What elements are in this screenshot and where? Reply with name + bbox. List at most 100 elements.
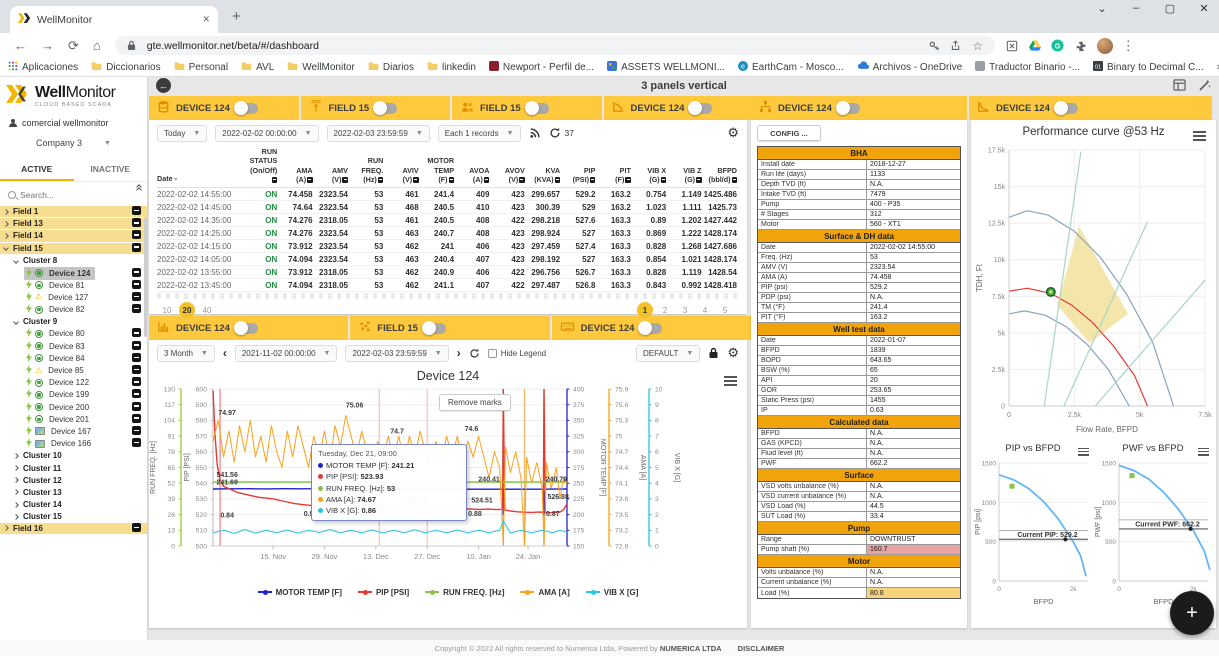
hide-legend-checkbox[interactable] xyxy=(488,349,497,358)
sidebar-item-cluster-11[interactable]: Cluster 11 xyxy=(0,462,147,474)
column-header-run-freq-hz[interactable]: RUNFREQ.(Hz) xyxy=(350,146,385,188)
column-chart-icon[interactable] xyxy=(342,177,348,183)
sidebar-item-device-199[interactable]: Device 199 xyxy=(0,389,147,401)
device-menu-box-icon[interactable] xyxy=(132,268,141,279)
column-header-pip-psi[interactable]: PIP(PSI) xyxy=(562,146,597,188)
table-row[interactable]: 2022-02-02 14:15:00ON73.9122323.54534622… xyxy=(157,240,739,253)
sidebar-item-device-124[interactable]: Device 124 xyxy=(0,267,147,279)
chart-end-select[interactable]: 2022-02-03 23:59:59▼ xyxy=(345,345,448,362)
page-1[interactable]: 1 xyxy=(637,302,653,318)
chart-start-select[interactable]: 2021-11-02 00:00:00▼ xyxy=(235,345,338,362)
page-size-20[interactable]: 20 xyxy=(179,302,195,318)
device-menu-box-icon[interactable] xyxy=(132,353,141,364)
legend-item-vib-x-g[interactable]: VIB X [G] xyxy=(586,588,639,597)
sidebar-item-device-80[interactable]: Device 80 xyxy=(0,328,147,340)
table-row[interactable]: 2022-02-02 14:35:00ON74.2762318.05534612… xyxy=(157,214,739,227)
column-header-amv-v[interactable]: AMV(V) xyxy=(315,146,350,188)
chevron-right-icon[interactable] xyxy=(13,490,19,496)
sidebar-item-device-84[interactable]: Device 84 xyxy=(0,352,147,364)
new-tab-button[interactable]: + xyxy=(232,8,241,25)
chevron-right-icon[interactable] xyxy=(3,209,9,215)
chart-settings-gear-icon[interactable]: ⚙ xyxy=(727,345,739,361)
column-header-avov-v[interactable]: AVOV(V) xyxy=(491,146,526,188)
table-row[interactable]: 2022-02-02 14:45:00ON74.642323.545346824… xyxy=(157,201,739,214)
chevron-right-icon[interactable] xyxy=(13,502,19,508)
window-minimize-icon[interactable]: – xyxy=(1129,2,1143,15)
field-menu-box-icon[interactable] xyxy=(132,206,141,217)
table-row[interactable]: 2022-02-02 14:55:00ON74.4582323.54534612… xyxy=(157,188,739,201)
window-close-icon[interactable]: ✕ xyxy=(1197,2,1211,15)
sidebar-item-field-14[interactable]: Field 14 xyxy=(0,230,147,242)
sidebar-item-cluster-8[interactable]: Cluster 8 xyxy=(0,255,147,267)
pwf-vs-bfpd-chart[interactable]: 05001000150002kCurrent PWF: 662.2BFPDPWF… xyxy=(1093,457,1213,612)
chevron-down-icon[interactable] xyxy=(3,245,9,251)
pwf-menu-icon[interactable] xyxy=(1198,446,1209,457)
column-chart-icon[interactable] xyxy=(413,177,419,183)
device-menu-box-icon[interactable] xyxy=(132,304,141,315)
browser-tab[interactable]: WellMonitor ✕ xyxy=(10,6,218,33)
panel-toggle[interactable] xyxy=(375,103,397,114)
next-range-icon[interactable]: › xyxy=(457,346,461,360)
bookmark-diarios[interactable]: Diarios xyxy=(368,61,414,73)
company-select[interactable]: Company 3 ▼ xyxy=(0,132,147,154)
column-chart-icon[interactable] xyxy=(590,177,596,183)
device-menu-box-icon[interactable] xyxy=(132,414,141,425)
sidebar-item-device-85[interactable]: ⚠Device 85 xyxy=(0,364,147,376)
column-chart-icon[interactable] xyxy=(484,177,490,183)
window-chevron-icon[interactable]: ⌄ xyxy=(1095,2,1109,15)
sidebar-item-field-1[interactable]: Field 1 xyxy=(0,206,147,218)
column-chart-icon[interactable] xyxy=(732,177,738,183)
refresh-icon[interactable] xyxy=(549,127,561,139)
bookmark-assets-wellmoni[interactable]: ASSETS WELLMONI... xyxy=(607,61,725,74)
column-header-vib-x-g[interactable]: VIB X(G) xyxy=(633,146,668,188)
column-header-run-status-on-off[interactable]: RUNSTATUS(On/Off) xyxy=(244,146,279,188)
column-header-aviv-v[interactable]: AVIV(V) xyxy=(385,146,420,188)
column-header-vib-z-g[interactable]: VIB Z(G) xyxy=(668,146,703,188)
device-menu-box-icon[interactable] xyxy=(132,341,141,352)
panel-toggle[interactable] xyxy=(527,103,549,114)
column-chart-icon[interactable] xyxy=(272,177,278,183)
search-input[interactable] xyxy=(20,190,120,200)
sidebar-item-device-83[interactable]: Device 83 xyxy=(0,340,147,352)
column-chart-icon[interactable] xyxy=(307,177,313,183)
column-chart-icon[interactable] xyxy=(449,177,455,183)
range-select[interactable]: Today▼ xyxy=(157,125,207,142)
column-header-bfpd-bbl-d[interactable]: BFPD(bbl/d) xyxy=(704,146,739,188)
device-menu-box-icon[interactable] xyxy=(132,292,141,303)
sidebar-item-cluster-12[interactable]: Cluster 12 xyxy=(0,474,147,486)
layout-grid-icon[interactable] xyxy=(1173,79,1186,94)
bookmark-personal[interactable]: Personal xyxy=(174,61,228,73)
chart-menu-icon[interactable] xyxy=(724,374,737,388)
panel-toggle[interactable] xyxy=(236,323,258,334)
page-size-10[interactable]: 10 xyxy=(159,302,175,318)
lock-layout-icon[interactable] xyxy=(708,347,719,359)
bookmark-wellmonitor[interactable]: WellMonitor xyxy=(287,61,355,73)
site-settings-icon[interactable] xyxy=(1005,39,1019,53)
sidebar-item-field-15[interactable]: Field 15 xyxy=(0,243,147,255)
chevron-right-icon[interactable] xyxy=(13,453,19,459)
field-menu-box-icon[interactable] xyxy=(132,523,141,534)
prev-range-icon[interactable]: ‹ xyxy=(223,346,227,360)
add-panel-fab[interactable]: + xyxy=(1170,591,1214,635)
sidebar-item-cluster-13[interactable]: Cluster 13 xyxy=(0,486,147,498)
table-row[interactable]: 2022-02-02 13:45:00ON74.0942318.05534622… xyxy=(157,279,739,292)
column-header-ama-a[interactable]: AMA(A) xyxy=(279,146,314,188)
chart-refresh-icon[interactable] xyxy=(469,348,480,359)
column-header-pit-f[interactable]: PIT(F) xyxy=(597,146,632,188)
sidebar-item-device-201[interactable]: Device 201 xyxy=(0,413,147,425)
panel-toggle[interactable] xyxy=(690,103,712,114)
sidebar-item-device-200[interactable]: Device 200 xyxy=(0,401,147,413)
page-5[interactable]: 5 xyxy=(717,302,733,318)
column-chart-icon[interactable] xyxy=(555,177,561,183)
panel-toggle[interactable] xyxy=(838,103,860,114)
profile-avatar[interactable] xyxy=(1097,38,1113,54)
extensions-puzzle-icon[interactable] xyxy=(1074,39,1088,53)
menu-dots-icon[interactable]: ⋮ xyxy=(1122,38,1135,54)
chart-range-select[interactable]: 3 Month▼ xyxy=(157,345,215,362)
sidebar-item-cluster-14[interactable]: Cluster 14 xyxy=(0,499,147,511)
edit-wand-icon[interactable] xyxy=(1198,79,1211,94)
chevron-right-icon[interactable] xyxy=(13,477,19,483)
sidebar-item-field-16[interactable]: Field 16 xyxy=(0,523,147,535)
sidebar-item-field-13[interactable]: Field 13 xyxy=(0,218,147,230)
sidebar-item-device-82[interactable]: Device 82 xyxy=(0,304,147,316)
